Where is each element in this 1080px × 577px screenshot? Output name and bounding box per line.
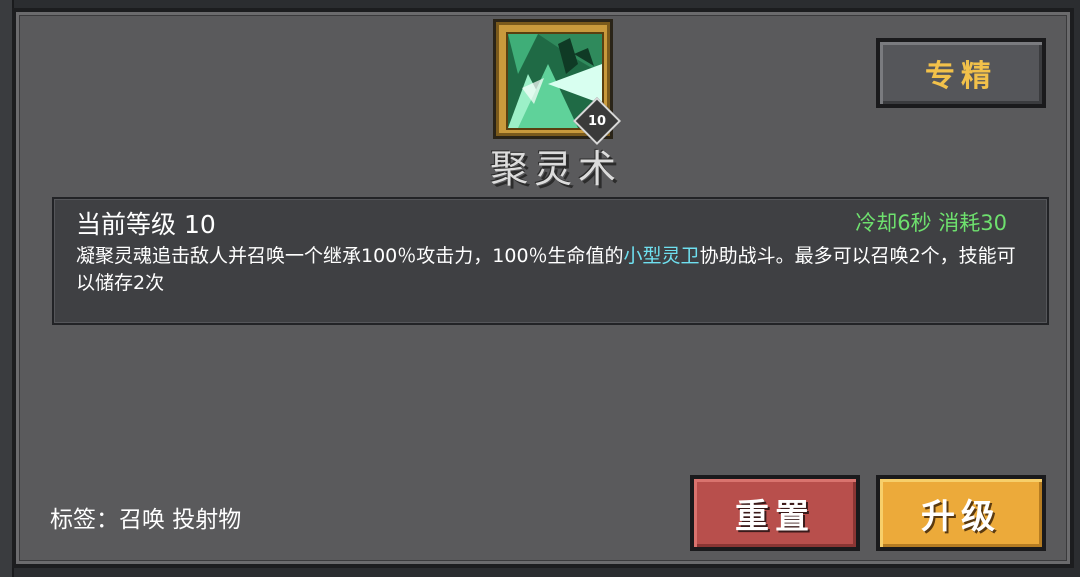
cooldown-cost-stats: 冷却6秒 消耗30 xyxy=(855,211,1007,235)
skill-description: 凝聚灵魂追击敌人并召唤一个继承100％攻击力，100％生命值的小型灵卫协助战斗。… xyxy=(76,243,1028,297)
summon-name-link: 小型灵卫 xyxy=(623,245,700,267)
skill-description-box: 当前等级 10 冷却6秒 消耗30 凝聚灵魂追击敌人并召唤一个继承100％攻击力… xyxy=(52,197,1049,325)
skill-name: 聚灵术 xyxy=(489,147,622,191)
skill-tags: 标签：召唤 投射物 xyxy=(50,507,242,533)
specialization-button[interactable]: 专精 xyxy=(876,38,1046,108)
description-text-start: 凝聚灵魂追击敌人并召唤一个继承100％攻击力，100％生命值的 xyxy=(76,245,624,267)
reset-button[interactable]: 重置 xyxy=(690,475,860,551)
level-badge-value: 10 xyxy=(587,113,607,129)
upgrade-button[interactable]: 升级 xyxy=(876,475,1046,551)
current-level-label: 当前等级 10 xyxy=(76,210,216,239)
